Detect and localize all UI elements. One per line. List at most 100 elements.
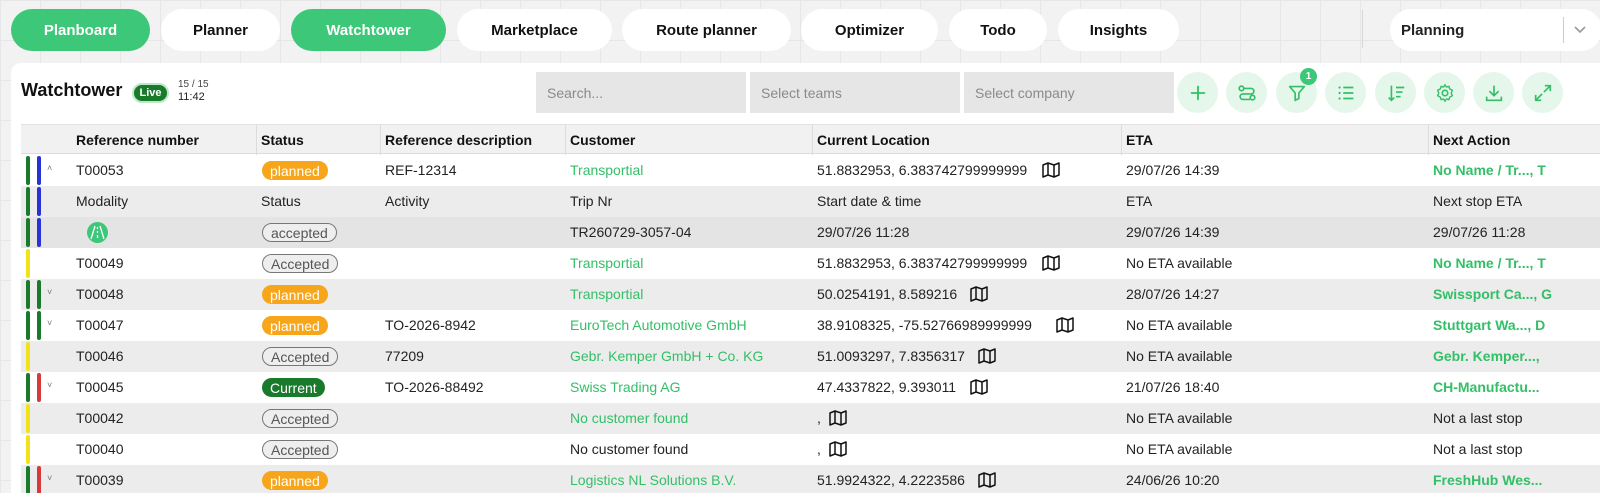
expand-icon[interactable]: ˅: [47, 287, 52, 297]
settings-button[interactable]: [1424, 72, 1465, 113]
cell-eta: 21/07/26 18:40: [1126, 379, 1220, 395]
table-row[interactable]: T00049 Accepted Transportial 51.8832953,…: [21, 248, 1600, 279]
next-action-link[interactable]: Swissport Ca..., G: [1433, 286, 1552, 302]
tab-todo[interactable]: Todo: [949, 9, 1047, 51]
next-action-link[interactable]: Stuttgart Wa..., D: [1433, 317, 1545, 333]
cell-location: 51.0093297, 7.8356317: [817, 348, 965, 364]
sub-header-modality: Modality: [76, 193, 129, 209]
cell-reference: T00042: [76, 410, 124, 426]
table-row[interactable]: ˅ T00048 planned Transportial 50.0254191…: [21, 279, 1600, 310]
tab-planboard[interactable]: Planboard: [11, 9, 150, 51]
status-badge: planned: [262, 161, 328, 180]
column-divider: [1428, 125, 1429, 155]
tab-marketplace[interactable]: Marketplace: [457, 9, 612, 51]
map-icon[interactable]: [977, 346, 997, 366]
shipments-table: Reference number Status Reference descri…: [21, 124, 1600, 493]
header-reference-description[interactable]: Reference description: [385, 132, 532, 148]
customer-link[interactable]: Transportial: [570, 162, 643, 178]
watchtower-panel: Watchtower Live 15 / 15 11:42 Select tea…: [11, 63, 1600, 493]
count-value: 15 / 15: [178, 79, 209, 90]
map-icon[interactable]: [828, 408, 848, 428]
expand-icon[interactable]: ˅: [47, 380, 52, 390]
next-action-link[interactable]: No Name / Tr..., T: [1433, 162, 1546, 178]
next-action-link[interactable]: No Name / Tr..., T: [1433, 255, 1546, 271]
tab-planner[interactable]: Planner: [161, 9, 280, 51]
refresh-time: 11:42: [178, 91, 205, 103]
cell-reference: T00053: [76, 162, 124, 178]
table-row[interactable]: ˅ T00047 planned TO-2026-8942 EuroTech A…: [21, 310, 1600, 341]
cell-eta: 24/06/26 10:20: [1126, 472, 1220, 488]
chevron-down-icon: [1574, 26, 1586, 34]
tab-optimizer[interactable]: Optimizer: [801, 9, 938, 51]
cell-reference: T00049: [76, 255, 124, 271]
map-icon[interactable]: [828, 439, 848, 459]
list-view-button[interactable]: [1325, 72, 1366, 113]
column-divider: [565, 125, 566, 155]
trip-row[interactable]: accepted TR260729-3057-04 29/07/26 11:28…: [21, 217, 1600, 248]
cell-reference: T00045: [76, 379, 124, 395]
expand-icon[interactable]: ˅: [47, 318, 52, 328]
customer-link[interactable]: Logistics NL Solutions B.V.: [570, 472, 736, 488]
table-row[interactable]: ˅ T00039 planned Logistics NL Solutions …: [21, 465, 1600, 493]
tab-insights[interactable]: Insights: [1058, 9, 1179, 51]
column-divider: [256, 125, 257, 155]
map-icon[interactable]: [977, 470, 997, 490]
table-row[interactable]: ˄ T00053 planned REF-12314 Transportial …: [21, 155, 1600, 186]
customer-link[interactable]: EuroTech Automotive GmbH: [570, 317, 747, 333]
expand-icon[interactable]: ˅: [47, 473, 52, 483]
add-button[interactable]: [1177, 72, 1218, 113]
header-customer[interactable]: Customer: [570, 132, 635, 148]
header-eta[interactable]: ETA: [1126, 132, 1153, 148]
cell-description: REF-12314: [385, 162, 457, 178]
status-bar: [26, 466, 30, 493]
status-bar: [26, 218, 30, 247]
customer-link[interactable]: Transportial: [570, 255, 643, 271]
collapse-icon[interactable]: ˄: [47, 163, 52, 173]
record-count: 15 / 15 11:42: [178, 78, 209, 104]
status-bar: [26, 156, 30, 185]
filter-button[interactable]: 1: [1276, 68, 1317, 113]
customer-link[interactable]: Transportial: [570, 286, 643, 302]
status-badge: Accepted: [262, 347, 339, 366]
status-bar: [37, 466, 41, 493]
trip-status-badge: accepted: [262, 223, 337, 242]
teams-placeholder: Select teams: [761, 84, 842, 101]
customer-link[interactable]: Swiss Trading AG: [570, 379, 681, 395]
expand-button[interactable]: [1522, 72, 1563, 113]
customer-link[interactable]: No customer found: [570, 410, 688, 426]
table-row[interactable]: T00040 Accepted No customer found , No E…: [21, 434, 1600, 465]
header-status[interactable]: Status: [261, 132, 304, 148]
cell-eta: 29/07/26 14:39: [1126, 162, 1220, 178]
sort-button[interactable]: [1375, 72, 1416, 113]
top-navigation: Planboard Planner Watchtower Marketplace…: [0, 0, 1600, 60]
tab-route-planner[interactable]: Route planner: [622, 9, 791, 51]
status-bar: [37, 373, 41, 402]
cell-eta: No ETA available: [1126, 317, 1233, 333]
status-bar: [26, 280, 30, 309]
cell-description: TO-2026-8942: [385, 317, 476, 333]
download-button[interactable]: [1473, 72, 1514, 113]
map-icon[interactable]: [1055, 315, 1075, 335]
map-icon[interactable]: [969, 284, 989, 304]
table-row[interactable]: T00042 Accepted No customer found , No E…: [21, 403, 1600, 434]
map-icon[interactable]: [1041, 160, 1061, 180]
next-action-link[interactable]: FreshHub Wes...: [1433, 472, 1542, 488]
route-button[interactable]: [1226, 72, 1267, 113]
table-row[interactable]: ˅ T00045 Current TO-2026-88492 Swiss Tra…: [21, 372, 1600, 403]
next-action-link[interactable]: Gebr. Kemper...,: [1433, 348, 1540, 364]
customer-link[interactable]: Gebr. Kemper GmbH + Co. KG: [570, 348, 763, 364]
search-input[interactable]: [536, 72, 746, 113]
header-reference-number[interactable]: Reference number: [76, 132, 199, 148]
map-icon[interactable]: [969, 377, 989, 397]
company-select[interactable]: Select company: [964, 72, 1174, 113]
tab-watchtower[interactable]: Watchtower: [291, 9, 446, 51]
cell-description: 77209: [385, 348, 424, 364]
download-icon: [1485, 85, 1502, 101]
header-current-location[interactable]: Current Location: [817, 132, 930, 148]
next-action-link[interactable]: CH-Manufactu...: [1433, 379, 1540, 395]
header-next-action[interactable]: Next Action: [1433, 132, 1510, 148]
planning-select[interactable]: Planning: [1390, 9, 1600, 51]
teams-select[interactable]: Select teams: [750, 72, 960, 113]
map-icon[interactable]: [1041, 253, 1061, 273]
table-row[interactable]: T00046 Accepted 77209 Gebr. Kemper GmbH …: [21, 341, 1600, 372]
